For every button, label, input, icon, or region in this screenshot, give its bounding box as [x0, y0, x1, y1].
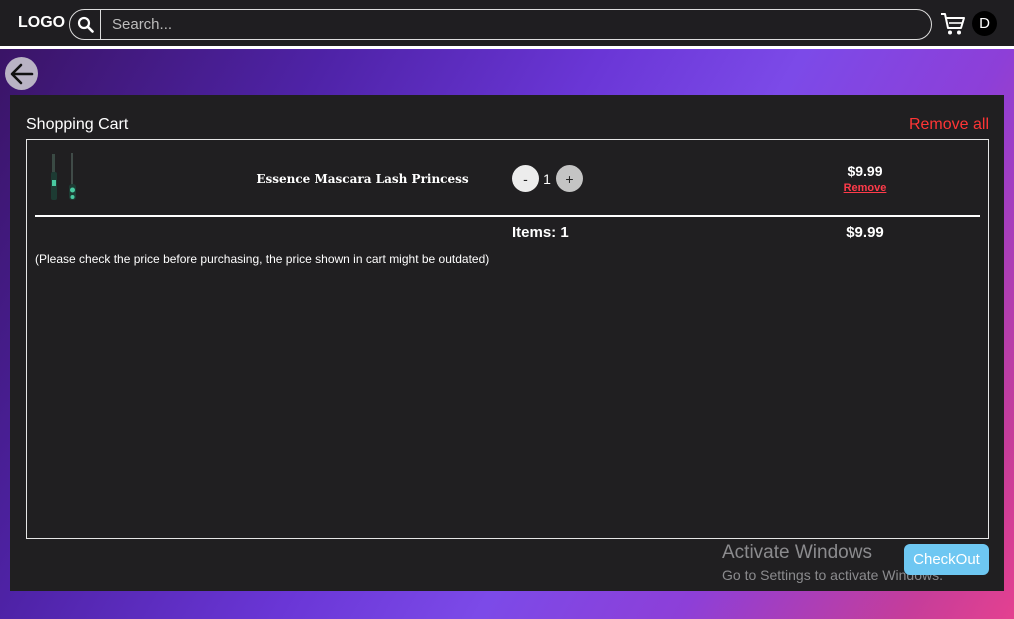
navbar: LOGO D [0, 0, 1014, 46]
logo[interactable]: LOGO [18, 14, 65, 32]
shopping-cart-icon [941, 13, 965, 35]
search-icon [77, 16, 94, 33]
product-name[interactable]: Essence Mascara Lash Princess [255, 172, 470, 186]
price-notice: (Please check the price before purchasin… [35, 252, 490, 266]
search-input[interactable] [101, 10, 931, 39]
remove-item-button[interactable]: Remove [835, 182, 895, 194]
total-price: $9.99 [846, 224, 884, 241]
navbar-divider [0, 46, 1014, 49]
cart-button[interactable] [940, 11, 966, 37]
search-bar [69, 9, 932, 40]
summary-divider [35, 215, 980, 217]
search-button[interactable] [70, 10, 101, 39]
product-image[interactable] [47, 152, 81, 204]
item-price: $9.99 [847, 163, 883, 179]
page-title: Shopping Cart [26, 116, 129, 133]
items-count: Items: 1 [512, 224, 569, 241]
quantity-value: 1 [543, 171, 551, 187]
remove-all-button[interactable]: Remove all [909, 116, 989, 134]
quantity-increase-button[interactable]: + [556, 165, 583, 192]
back-button[interactable] [5, 57, 38, 90]
checkout-button[interactable]: CheckOut [904, 544, 989, 575]
cart-items-container [26, 139, 989, 539]
quantity-decrease-button[interactable]: - [512, 165, 539, 192]
activate-windows-title: Activate Windows [722, 542, 872, 563]
avatar[interactable]: D [972, 11, 997, 36]
arrow-left-icon [10, 63, 33, 84]
